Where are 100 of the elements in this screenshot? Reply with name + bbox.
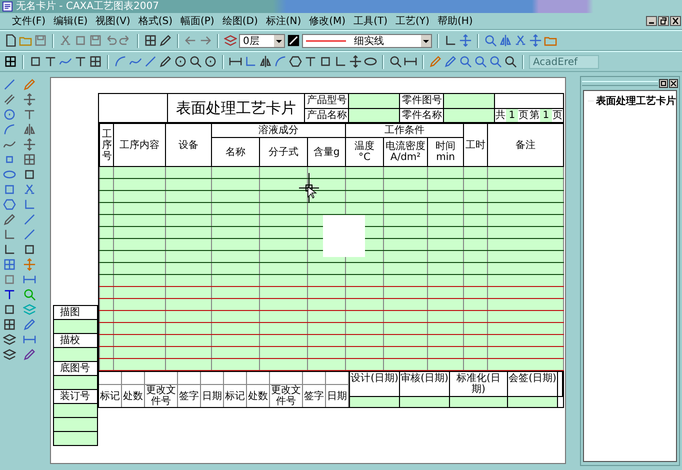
dimension-icon[interactable] xyxy=(23,273,36,286)
table-cell[interactable] xyxy=(212,286,260,298)
table-cell[interactable] xyxy=(114,346,166,358)
table-cell[interactable] xyxy=(166,262,212,274)
info-input-cell[interactable] xyxy=(444,94,495,108)
table-cell[interactable] xyxy=(212,322,260,334)
table-cell[interactable] xyxy=(114,286,166,298)
table-cell[interactable] xyxy=(384,214,428,226)
table-cell[interactable] xyxy=(384,202,428,214)
table-cell[interactable] xyxy=(260,274,308,286)
scissors-icon[interactable] xyxy=(59,34,72,47)
table-cell[interactable] xyxy=(488,334,564,346)
menu-item[interactable]: 帮助(H) xyxy=(433,14,477,28)
move-icon[interactable] xyxy=(459,34,472,47)
table-cell[interactable] xyxy=(100,250,114,262)
table-cell[interactable] xyxy=(166,166,212,178)
menu-item[interactable]: 格式(S) xyxy=(134,14,176,28)
line-icon[interactable] xyxy=(23,228,36,241)
table-cell[interactable] xyxy=(114,322,166,334)
zoom-icon[interactable] xyxy=(389,55,402,68)
grid-icon[interactable] xyxy=(89,55,102,68)
table-cell[interactable] xyxy=(260,322,308,334)
table-cell[interactable] xyxy=(114,190,166,202)
grid-icon[interactable] xyxy=(3,318,16,331)
table-cell[interactable] xyxy=(100,262,114,274)
table-cell[interactable] xyxy=(114,262,166,274)
table-cell[interactable] xyxy=(166,190,212,202)
table-cell[interactable] xyxy=(384,250,428,262)
table-cell[interactable] xyxy=(114,214,166,226)
table-cell[interactable] xyxy=(384,226,428,238)
line-icon[interactable] xyxy=(3,78,16,91)
table-cell[interactable] xyxy=(384,238,428,250)
tree-item[interactable]: 表面处理工艺卡片 xyxy=(596,94,676,108)
table-cell[interactable] xyxy=(212,358,260,370)
table-cell[interactable] xyxy=(488,178,564,190)
table-cell[interactable] xyxy=(260,262,308,274)
table-cell[interactable] xyxy=(100,322,114,334)
move-icon[interactable] xyxy=(349,55,362,68)
arc-icon[interactable] xyxy=(3,123,16,136)
signature-input-cell[interactable] xyxy=(270,372,303,385)
signature-input-cell[interactable] xyxy=(303,372,326,385)
approval-input-cell[interactable] xyxy=(400,397,450,407)
arc-icon[interactable] xyxy=(114,55,127,68)
table-cell[interactable] xyxy=(488,226,564,238)
table-cell[interactable] xyxy=(114,358,166,370)
table-cell[interactable] xyxy=(114,274,166,286)
scissors-icon[interactable] xyxy=(23,183,36,196)
double-line-icon[interactable] xyxy=(3,93,16,106)
side-input-cell[interactable] xyxy=(53,347,98,361)
table-cell[interactable] xyxy=(488,358,564,370)
info-input-cell[interactable] xyxy=(349,94,400,108)
signature-input-cell[interactable] xyxy=(247,372,270,385)
dimension-icon[interactable] xyxy=(404,55,417,68)
table-cell[interactable] xyxy=(384,274,428,286)
table-cell[interactable] xyxy=(100,178,114,190)
table-cell[interactable] xyxy=(488,310,564,322)
layer-dropdown[interactable]: 0层 xyxy=(239,34,285,48)
menu-item[interactable]: 工具(T) xyxy=(350,14,392,28)
arc-icon[interactable] xyxy=(274,55,287,68)
table-cell[interactable] xyxy=(260,286,308,298)
pencil-icon[interactable] xyxy=(23,318,36,331)
table-cell[interactable] xyxy=(212,166,260,178)
table-cell[interactable] xyxy=(100,358,114,370)
signature-input-cell[interactable] xyxy=(99,372,122,385)
table-cell[interactable] xyxy=(166,346,212,358)
table-cell[interactable] xyxy=(488,202,564,214)
table-cell[interactable] xyxy=(384,262,428,274)
layers-icon[interactable] xyxy=(3,348,16,361)
dimension-icon[interactable] xyxy=(23,333,36,346)
table-cell[interactable] xyxy=(384,346,428,358)
table-cell[interactable] xyxy=(212,298,260,310)
info-input-cell[interactable] xyxy=(444,108,495,122)
table-cell[interactable] xyxy=(166,298,212,310)
table-cell[interactable] xyxy=(488,262,564,274)
float-icon[interactable] xyxy=(659,78,668,88)
signature-input-cell[interactable] xyxy=(145,372,178,385)
pencil-icon[interactable] xyxy=(159,34,172,47)
signature-input-cell[interactable] xyxy=(122,372,145,385)
menu-item[interactable]: 修改(M) xyxy=(305,14,350,28)
layers-icon[interactable] xyxy=(3,333,16,346)
minimize-icon[interactable] xyxy=(646,16,657,26)
table-cell[interactable] xyxy=(384,322,428,334)
table-cell[interactable] xyxy=(488,238,564,250)
menu-item[interactable]: 文件(F) xyxy=(8,14,50,28)
table-cell[interactable] xyxy=(212,178,260,190)
table-cell[interactable] xyxy=(100,310,114,322)
table-cell[interactable] xyxy=(166,286,212,298)
corner-icon[interactable] xyxy=(23,198,36,211)
pencil-icon[interactable] xyxy=(159,55,172,68)
text-icon[interactable] xyxy=(74,55,87,68)
table-cell[interactable] xyxy=(100,238,114,250)
grid-icon[interactable] xyxy=(144,34,157,47)
table-cell[interactable] xyxy=(212,238,260,250)
corner-icon[interactable] xyxy=(334,55,347,68)
table-cell[interactable] xyxy=(384,358,428,370)
move-icon[interactable] xyxy=(23,138,36,151)
table-cell[interactable] xyxy=(384,298,428,310)
table-cell[interactable] xyxy=(100,202,114,214)
table-cell[interactable] xyxy=(100,346,114,358)
zoom-icon[interactable] xyxy=(489,55,502,68)
